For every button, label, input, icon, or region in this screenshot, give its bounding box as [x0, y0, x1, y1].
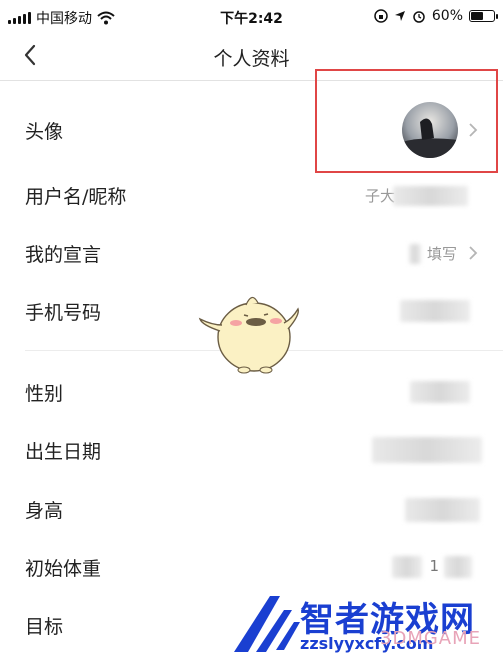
- battery-percent: 60%: [431, 8, 463, 24]
- row-declaration[interactable]: 我的宣言 填写: [0, 224, 503, 282]
- alarm-icon: [413, 11, 425, 23]
- status-bar: 中国移动 下午2:42 60%: [0, 0, 503, 34]
- row-label-height: 身高: [25, 500, 64, 522]
- duck-mascot-icon: [198, 296, 299, 374]
- row-value-declaration: 填写: [426, 245, 457, 263]
- blur-mask: [393, 186, 468, 206]
- orientation-lock-icon: [374, 9, 388, 23]
- battery-icon: [469, 10, 498, 22]
- blur-mask: [405, 498, 480, 522]
- chevron-right-icon: [469, 246, 478, 260]
- row-label-avatar: 头像: [25, 121, 64, 143]
- row-value-initial-weight: 1: [429, 557, 439, 575]
- row-label-declaration: 我的宣言: [25, 244, 102, 266]
- location-icon: [394, 11, 405, 21]
- row-label-phone: 手机号码: [25, 302, 102, 324]
- blur-mask: [409, 244, 421, 264]
- row-label-birthday: 出生日期: [25, 441, 102, 463]
- blur-mask: [372, 437, 482, 463]
- page-title: 个人资料: [213, 48, 290, 70]
- blur-mask: [444, 556, 472, 578]
- row-label-initial-weight: 初始体重: [25, 558, 102, 580]
- blur-mask: [410, 381, 470, 403]
- row-label-gender: 性别: [25, 383, 64, 405]
- status-right: 60%: [374, 8, 498, 24]
- highlight-box: [315, 69, 498, 173]
- row-label-username: 用户名/昵称: [25, 186, 127, 208]
- row-value-username: 子大: [364, 187, 395, 205]
- blur-mask: [392, 556, 422, 578]
- row-label-goal: 目标: [25, 616, 64, 638]
- watermark-game: 3DMGAME: [380, 628, 482, 649]
- blur-mask: [400, 300, 470, 322]
